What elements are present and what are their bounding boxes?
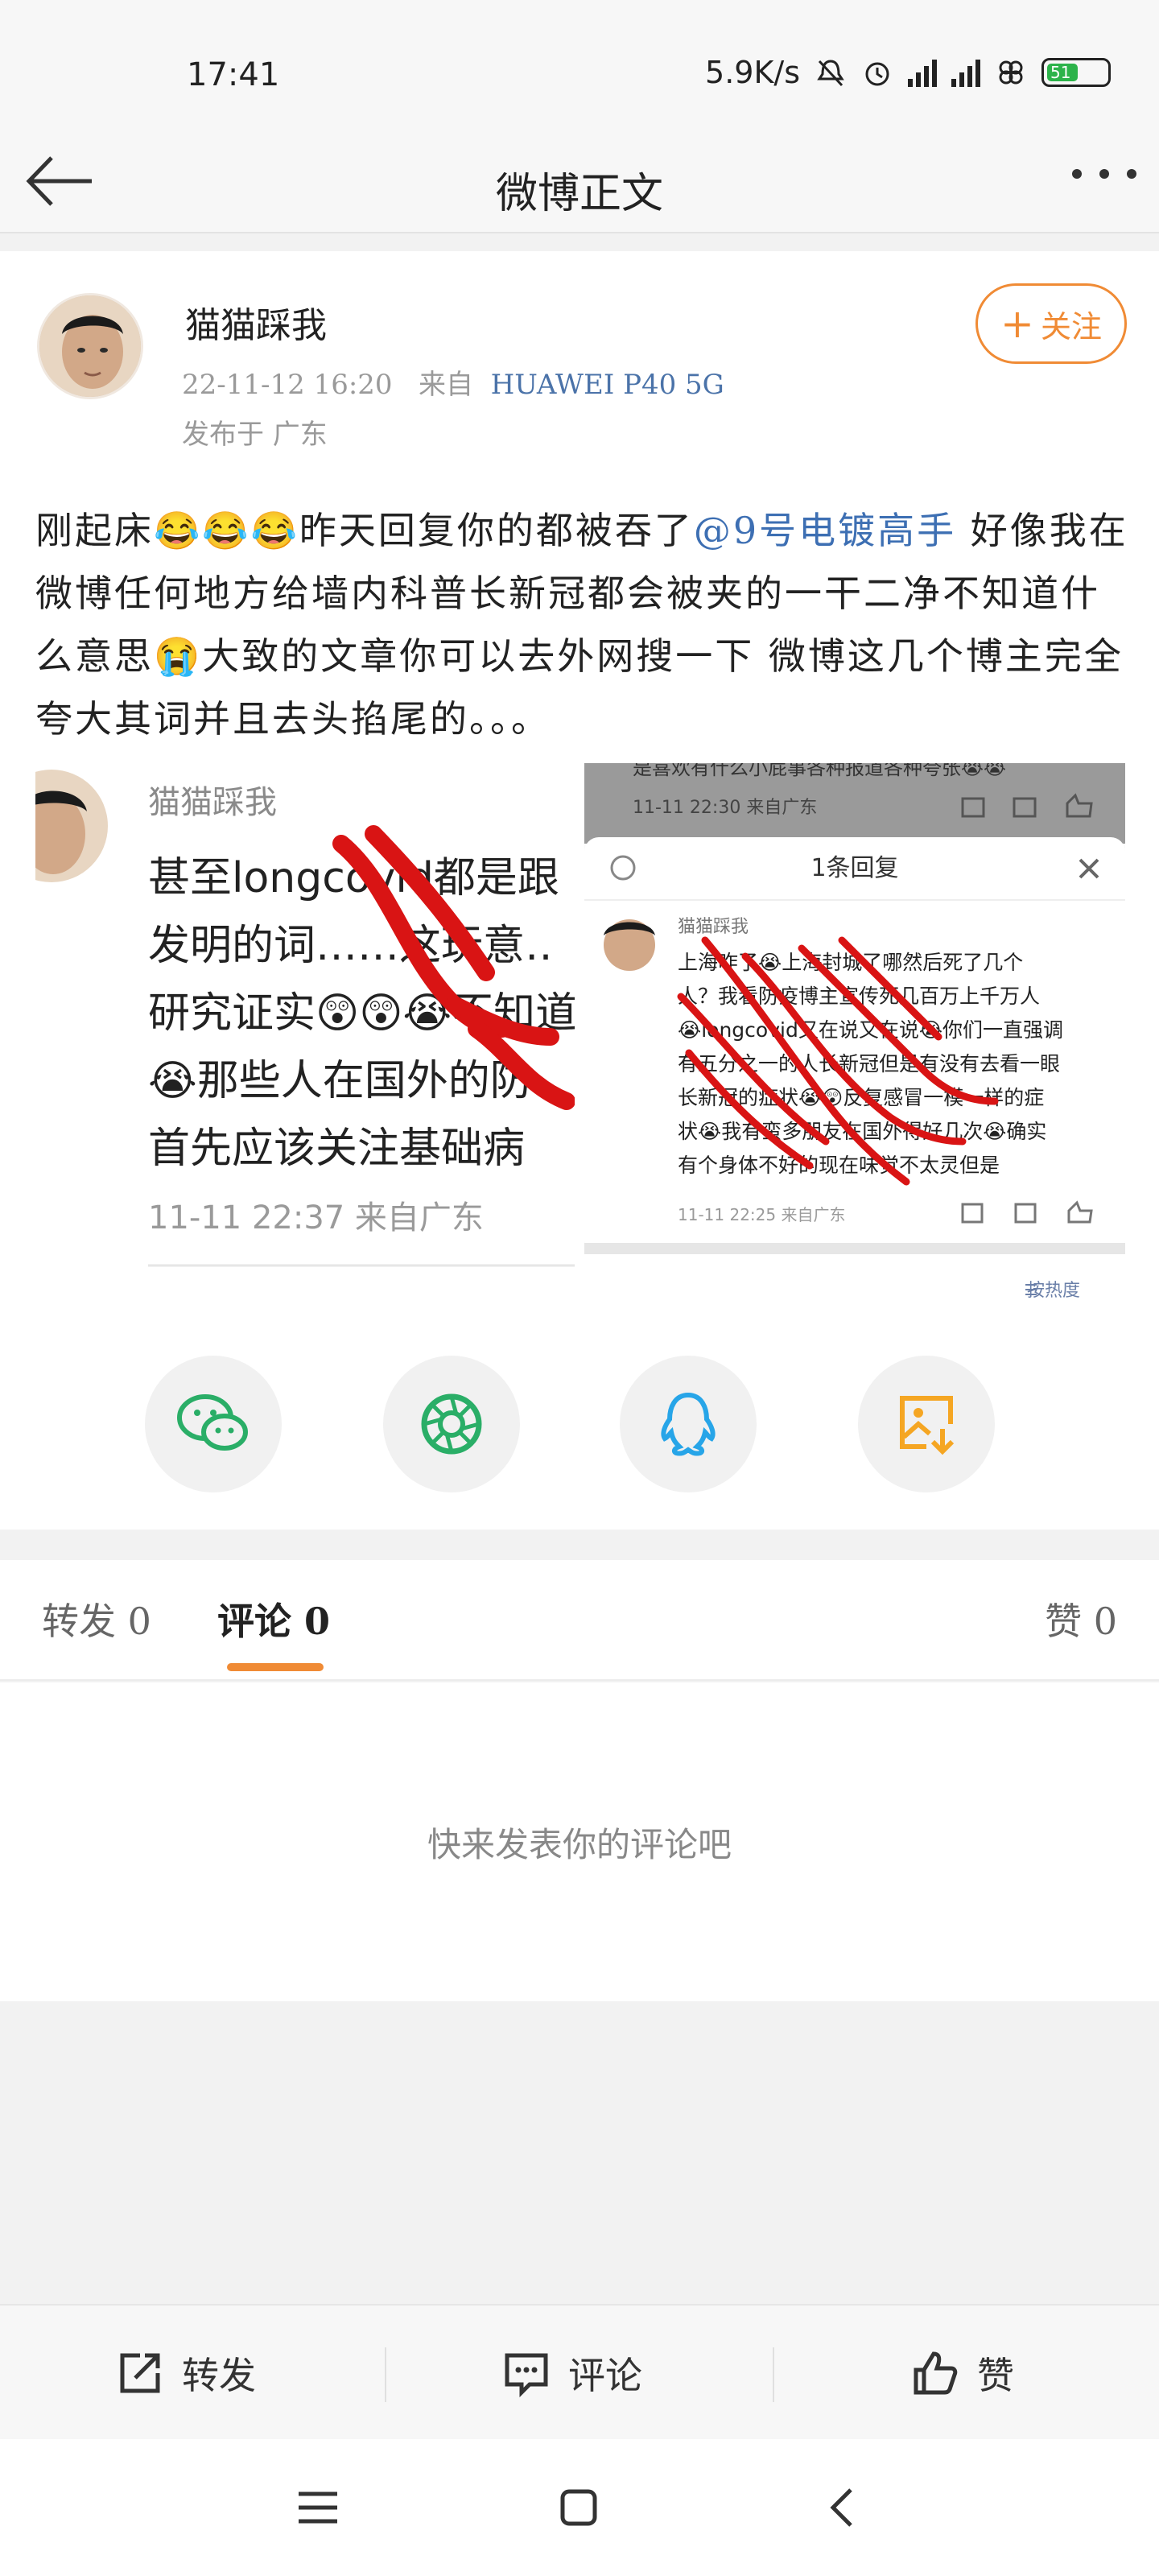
post-device[interactable]: HUAWEI P40 5G [491,369,724,401]
img2-top-text: 是喜欢有什么小屁事各种报道各种夸张😭😭 [633,763,1006,779]
post-username[interactable]: 猫猫踩我 [185,296,327,348]
home-icon[interactable] [551,2479,607,2536]
comments-area: 快来发表你的评论吧 [0,1682,1159,2001]
img2-top-footer: 11-11 22:30 来自广东 [633,798,817,818]
tab-repost[interactable]: 转发 0 [42,1592,151,1645]
qq-icon [661,1392,716,1456]
interaction-tabs: 转发 0 评论 0 赞 0 [0,1560,1159,1681]
network-speed: 5.9K/s [705,55,800,90]
signal-icon-2 [951,58,980,87]
clover-icon [999,60,1023,85]
nav-bar: 微博正文 [0,129,1159,233]
image-strip-bottom: 按热度 [35,1272,1127,1304]
source-prefix: 来自 [419,369,473,401]
share-qq-button[interactable] [620,1356,757,1492]
mute-icon [817,60,844,87]
post-image-2[interactable]: 是喜欢有什么小屁事各种报道各种夸张😭😭 11-11 22:30 来自广东 1条回… [584,763,1125,1254]
status-indicators: 5.9K/s 51 [705,55,1111,90]
img1-line-5: 首先应该关注基础病 [148,1125,525,1173]
like-label: 赞 [977,2354,1014,2397]
post-timestamp: 22-11-12 16:20 [182,369,393,401]
post-card: 猫猫踩我 22-11-12 16:20 来自 HUAWEI P40 5G 发布于… [0,251,1159,1530]
repost-icon [120,2353,160,2393]
post-meta: 22-11-12 16:20 来自 HUAWEI P40 5G [182,362,724,402]
battery-icon: 51 [1041,58,1111,87]
status-bar: 17:41 5.9K/s 51 [0,0,1159,129]
img2-reply-footer: 11-11 22:25 来自广东 [678,1205,845,1224]
action-divider-2 [773,2347,774,2402]
img1-line-2: 发明的词……这玩意‥ [148,922,553,970]
mention-link[interactable]: @9号电镀高手 [694,509,956,552]
img2-dialog-title: 1条回复 [810,854,898,882]
menu-icon[interactable] [290,2479,346,2536]
share-moments-button[interactable] [383,1356,520,1492]
share-wechat-button[interactable] [145,1356,282,1492]
wechat-icon [177,1394,248,1451]
img2-sort-label: 按热度 [1027,1281,1080,1301]
repost-label: 转发 [182,2354,256,2397]
img1-username: 猫猫踩我 [148,784,277,821]
empty-comments-hint: 快来发表你的评论吧 [427,1825,732,1864]
img1-line-4: 😭那些人在国外的防 [148,1057,532,1105]
moments-icon [421,1393,482,1455]
img2-reply-line-7: 有个身体不好的现在味觉不太灵但是 [678,1154,1000,1177]
tab-like[interactable]: 赞 0 [1045,1592,1117,1645]
post-location: 发布于 广东 [182,419,328,451]
page-title: 微博正文 [495,170,663,218]
system-navigation-bar [0,2439,1159,2576]
plus-icon: + [1000,300,1034,347]
like-button[interactable]: 赞 [911,2306,1014,2441]
follow-button[interactable]: + 关注 [975,283,1127,364]
active-tab-indicator [227,1663,324,1671]
comment-button[interactable]: 评论 [502,2306,642,2441]
repost-button[interactable]: 转发 [116,2306,256,2441]
comment-icon [505,2353,548,2397]
tab-comment[interactable]: 评论 0 [217,1592,330,1645]
post-image-1[interactable]: 猫猫踩我 甚至longcovid都是跟 发明的词……这玩意‥ 研究证实😲😲😭不知… [35,763,575,1278]
status-time: 17:41 [187,56,280,93]
post-text-part1: 刚起床😂😂😂昨天回复你的都被吞了 [35,509,694,552]
save-image-icon [900,1396,955,1455]
img1-footer: 11-11 22:37 来自广东 [148,1199,484,1236]
avatar[interactable] [37,293,143,399]
post-text: 刚起床😂😂😂昨天回复你的都被吞了@9号电镀高手 好像我在微博任何地方给墙内科普长… [35,499,1130,750]
thumbs-up-icon [914,2351,958,2395]
comment-label: 评论 [568,2354,642,2397]
alarm-icon [865,62,889,86]
action-divider-1 [385,2347,386,2402]
system-back-icon[interactable] [815,2479,871,2536]
more-icon[interactable] [1072,169,1136,179]
img2-reply-user: 猫猫踩我 [678,917,749,937]
signal-icon-1 [908,58,937,87]
follow-label: 关注 [1040,308,1102,345]
battery-level: 51 [1050,63,1071,82]
bottom-action-bar: 转发 评论 赞 [0,2304,1159,2439]
save-image-button[interactable] [858,1356,995,1492]
share-row [0,1356,1159,1492]
